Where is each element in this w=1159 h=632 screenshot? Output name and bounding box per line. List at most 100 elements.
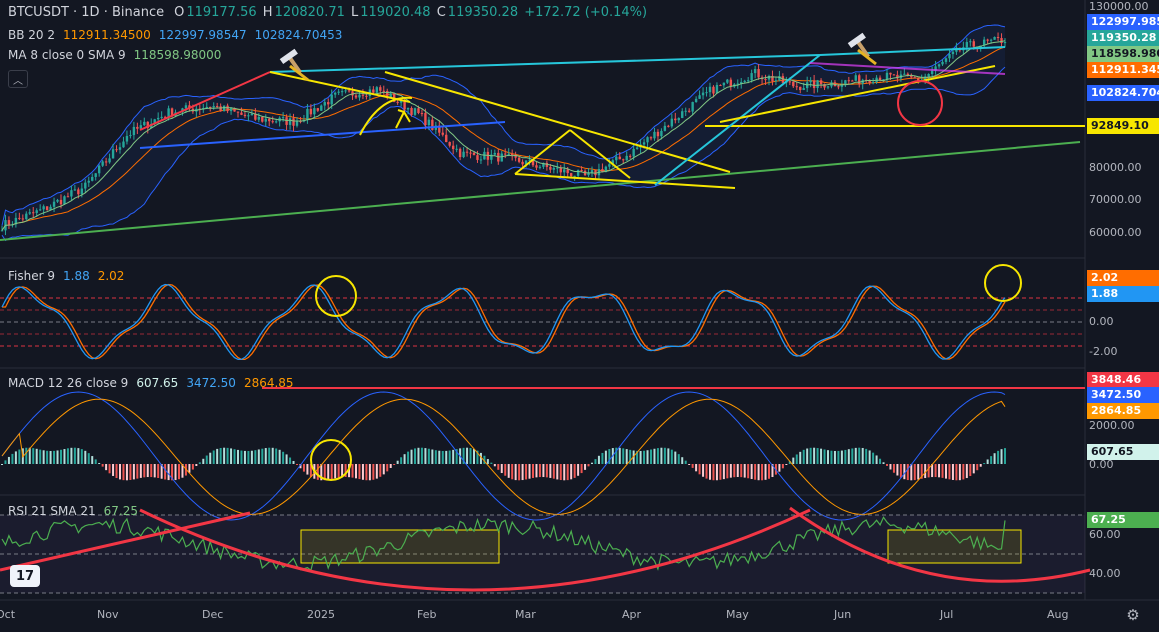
macd-histogram-bar	[316, 464, 319, 480]
macd-histogram-bar	[729, 464, 732, 478]
macd-histogram-bar	[250, 450, 253, 464]
candle	[212, 106, 215, 108]
settings-icon[interactable]: ⚙	[1124, 606, 1142, 624]
macd-histogram-bar	[302, 464, 305, 472]
candle	[576, 170, 580, 176]
macd-histogram-bar	[854, 447, 857, 464]
candle	[681, 111, 684, 119]
candle	[660, 130, 663, 137]
bb-legend[interactable]: BB 20 2 112911.34500 122997.98547 102824…	[8, 27, 342, 43]
candle	[222, 105, 226, 112]
macd-histogram-bar	[587, 464, 590, 467]
ma-legend[interactable]: MA 8 close 0 SMA 9 118598.98000	[8, 47, 221, 63]
macd-histogram-bar	[938, 464, 941, 478]
macd-histogram-bar	[386, 464, 389, 472]
tradingview-logo-icon[interactable]: 17	[10, 565, 40, 587]
fisher-axis-label: -2.00	[1089, 345, 1118, 358]
macd-histogram-bar	[1004, 448, 1006, 464]
macd-histogram-bar	[879, 458, 882, 464]
macd-legend[interactable]: MACD 12 26 close 9 607.65 3472.50 2864.8…	[8, 375, 294, 391]
macd-histogram-bar	[892, 464, 895, 473]
macd-histogram-bar	[653, 448, 656, 464]
macd-histogram-bar	[986, 459, 989, 464]
candle	[517, 157, 521, 162]
collapse-legend-button[interactable]: ︿	[8, 70, 28, 88]
candle	[476, 155, 479, 160]
macd-histogram-bar	[660, 447, 663, 464]
candle	[365, 95, 368, 97]
rsi-legend[interactable]: RSI 21 SMA 21 67.25	[8, 503, 138, 519]
macd-histogram-bar	[150, 464, 153, 478]
macd-histogram-bar	[275, 448, 278, 464]
symbol-title[interactable]: BTCUSDT · 1D · Binance	[8, 5, 164, 21]
candle	[91, 176, 94, 181]
macd-histogram-bar	[507, 464, 510, 478]
candle	[472, 152, 476, 156]
candle	[361, 94, 365, 96]
price-axis-label: 70000.00	[1089, 193, 1142, 206]
candle	[625, 155, 628, 161]
candle	[136, 126, 139, 129]
candle	[358, 94, 361, 98]
macd-histogram-bar	[521, 464, 524, 481]
fisher-legend[interactable]: Fisher 9 1.88 2.02	[8, 268, 124, 284]
macd-histogram-bar	[441, 450, 444, 464]
candle	[330, 94, 333, 105]
macd-histogram-bar	[25, 447, 28, 464]
time-axis-label: 2025	[307, 608, 335, 621]
macd-histogram-bar	[962, 464, 965, 480]
macd-histogram-bar	[542, 464, 545, 478]
macd-histogram-bar	[983, 463, 986, 465]
macd-histogram-bar	[684, 460, 687, 464]
macd-histogram-bar	[445, 450, 448, 464]
macd-histogram-bar	[722, 464, 725, 480]
macd-histogram-bar	[271, 447, 274, 464]
symbol-legend[interactable]: BTCUSDT · 1D · Binance O 119177.56 H 12082…	[8, 5, 651, 21]
macd-histogram-bar	[875, 455, 878, 464]
macd-histogram-bar	[261, 448, 264, 464]
candle	[372, 89, 375, 93]
macd-histogram-bar	[886, 464, 888, 466]
candle	[698, 95, 701, 99]
fisher-tag: 2.02	[1087, 270, 1159, 286]
candle	[552, 167, 556, 170]
candle	[247, 115, 250, 117]
candle	[663, 125, 667, 131]
macd-histogram-bar	[403, 454, 406, 464]
macd-pane	[1, 387, 1085, 521]
ma-tag: 118598.9800	[1087, 46, 1159, 62]
macd-histogram-bar	[143, 464, 146, 478]
candle	[354, 95, 358, 98]
candle	[993, 37, 996, 40]
candle	[694, 98, 698, 103]
candle	[903, 73, 906, 75]
macd-histogram-bar	[486, 459, 489, 464]
macd-histogram-bar	[934, 464, 937, 478]
candle	[812, 80, 816, 89]
candle	[538, 166, 542, 168]
macd-histogram-bar	[990, 456, 993, 464]
candle	[347, 90, 351, 92]
candle	[87, 180, 90, 183]
macd-histogram-bar	[368, 464, 371, 481]
macd-histogram-bar	[46, 450, 49, 464]
macd-histogram-bar	[674, 451, 677, 464]
hammer-head	[279, 48, 298, 64]
macd-histogram-bar	[625, 449, 628, 464]
macd-axis-label: 0.00	[1089, 458, 1114, 471]
candle	[743, 80, 746, 82]
candle	[819, 80, 823, 85]
candle	[535, 165, 538, 168]
macd-histogram-bar	[827, 450, 829, 464]
rsi-tag: 67.25	[1087, 512, 1159, 528]
macd-histogram-bar	[917, 464, 920, 480]
macd-histogram-bar	[910, 464, 913, 481]
chart-canvas[interactable]	[0, 0, 1159, 632]
candle	[930, 70, 934, 75]
macd-histogram-bar	[924, 464, 927, 479]
candle	[670, 118, 674, 127]
macd-histogram-bar	[601, 452, 604, 464]
candle	[549, 166, 552, 170]
candle	[375, 87, 379, 93]
macd-histogram-bar	[285, 454, 288, 464]
